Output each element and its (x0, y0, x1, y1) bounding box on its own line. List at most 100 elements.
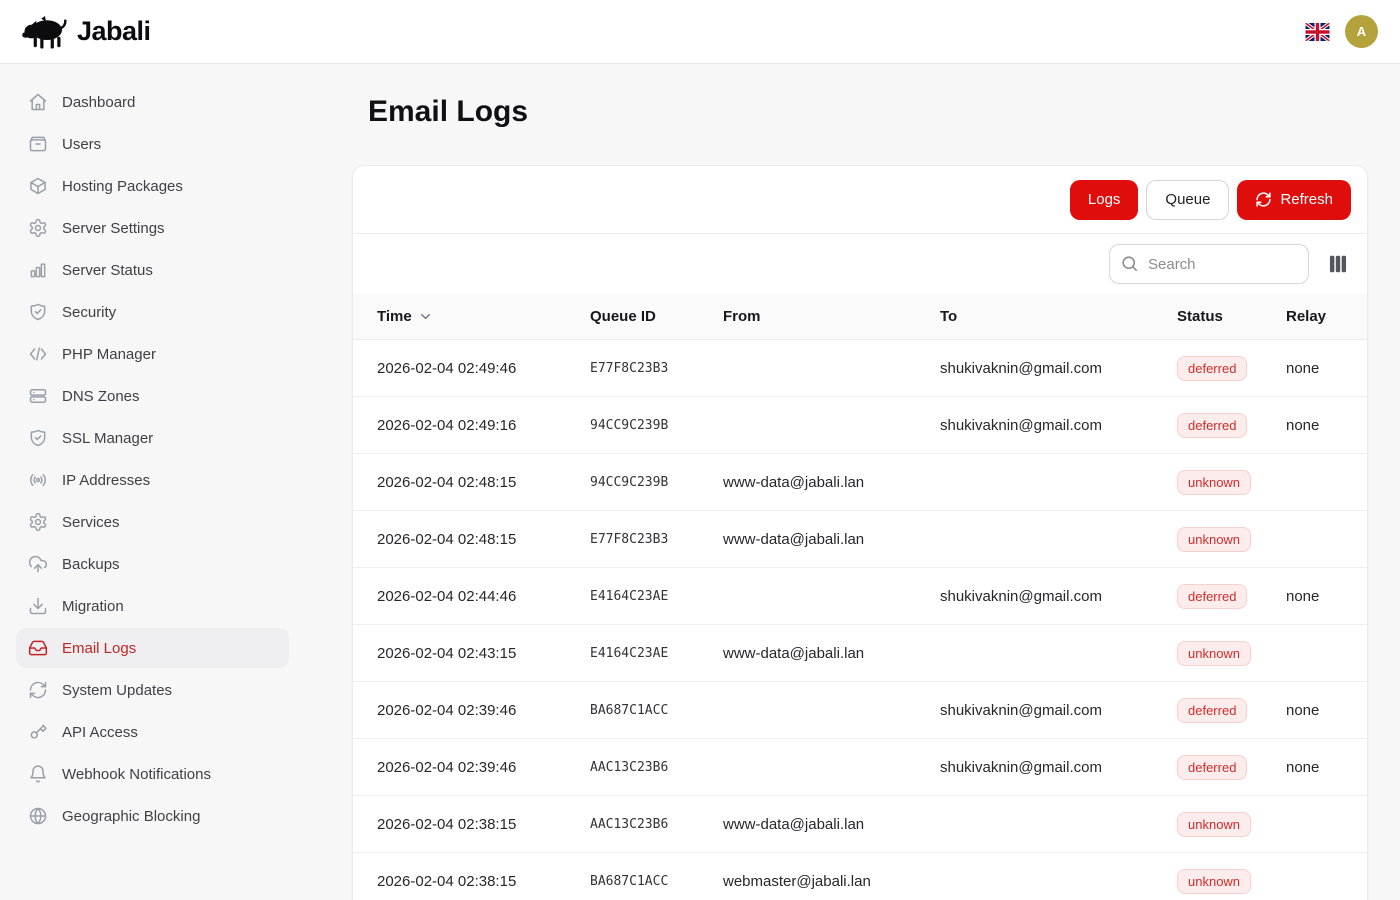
cell-to: shukivaknin@gmail.com (940, 588, 1177, 605)
col-time[interactable]: Time (377, 308, 590, 325)
cell-time: 2026-02-04 02:48:15 (377, 474, 590, 491)
sidebar-item-migration[interactable]: Migration (16, 586, 289, 626)
sidebar-item-label: DNS Zones (62, 388, 140, 405)
cell-from: www-data@jabali.lan (723, 645, 940, 662)
table-body: 2026-02-04 02:49:46E77F8C23B3shukivaknin… (353, 340, 1367, 900)
cell-status: deferred (1177, 413, 1286, 438)
table-header: Time Queue ID From To Status Relay (353, 294, 1367, 340)
table-row[interactable]: 2026-02-04 02:39:46AAC13C23B6shukivaknin… (353, 739, 1367, 796)
cell-queue-id: AAC13C23B6 (590, 817, 723, 832)
status-badge: unknown (1177, 470, 1251, 495)
sidebar-item-label: Services (62, 514, 120, 531)
sidebar-item-email-logs[interactable]: Email Logs (16, 628, 289, 668)
sidebar-item-server-status[interactable]: Server Status (16, 250, 289, 290)
page-title: Email Logs (368, 93, 1368, 131)
status-badge: deferred (1177, 356, 1247, 381)
sidebar-item-label: Users (62, 136, 101, 153)
chevron-down-icon (418, 309, 433, 324)
table-row[interactable]: 2026-02-04 02:48:15E77F8C23B3www-data@ja… (353, 511, 1367, 568)
cell-status: deferred (1177, 755, 1286, 780)
sidebar-item-label: SSL Manager (62, 430, 153, 447)
sidebar-item-services[interactable]: Services (16, 502, 289, 542)
inbox-icon (28, 638, 48, 658)
logs-tab-button[interactable]: Logs (1070, 180, 1139, 220)
sidebar-item-php-manager[interactable]: PHP Manager (16, 334, 289, 374)
cell-to: shukivaknin@gmail.com (940, 360, 1177, 377)
table-row[interactable]: 2026-02-04 02:49:1694CC9C239Bshukivaknin… (353, 397, 1367, 454)
cell-time: 2026-02-04 02:49:16 (377, 417, 590, 434)
sidebar-item-webhook-notifications[interactable]: Webhook Notifications (16, 754, 289, 794)
cell-to: shukivaknin@gmail.com (940, 702, 1177, 719)
table-row[interactable]: 2026-02-04 02:48:1594CC9C239Bwww-data@ja… (353, 454, 1367, 511)
status-badge: deferred (1177, 413, 1247, 438)
sidebar-item-label: Dashboard (62, 94, 135, 111)
cell-to: shukivaknin@gmail.com (940, 417, 1177, 434)
search-input[interactable] (1109, 244, 1309, 284)
top-bar: Jabali A (0, 0, 1400, 64)
queue-tab-button[interactable]: Queue (1146, 180, 1229, 220)
cell-from: www-data@jabali.lan (723, 816, 940, 833)
cell-queue-id: BA687C1ACC (590, 874, 723, 889)
cog-icon (28, 512, 48, 532)
sidebar-item-dns-zones[interactable]: DNS Zones (16, 376, 289, 416)
table-row[interactable]: 2026-02-04 02:38:15BA687C1ACCwebmaster@j… (353, 853, 1367, 900)
sidebar-item-ssl-manager[interactable]: SSL Manager (16, 418, 289, 458)
sidebar-item-server-settings[interactable]: Server Settings (16, 208, 289, 248)
status-badge: deferred (1177, 698, 1247, 723)
cell-status: deferred (1177, 584, 1286, 609)
filter-row (353, 234, 1367, 294)
sidebar-item-label: IP Addresses (62, 472, 150, 489)
sidebar-item-system-updates[interactable]: System Updates (16, 670, 289, 710)
cell-queue-id: E4164C23AE (590, 589, 723, 604)
brand-logo[interactable]: Jabali (22, 15, 151, 49)
user-avatar[interactable]: A (1345, 15, 1378, 48)
table-row[interactable]: 2026-02-04 02:44:46E4164C23AEshukivaknin… (353, 568, 1367, 625)
table-row[interactable]: 2026-02-04 02:38:15AAC13C23B6www-data@ja… (353, 796, 1367, 853)
cell-relay: none (1286, 702, 1367, 719)
column-visibility-button[interactable] (1325, 251, 1351, 277)
brand-name: Jabali (77, 16, 151, 47)
cell-time: 2026-02-04 02:39:46 (377, 702, 590, 719)
shield-check-icon (28, 302, 48, 322)
cell-status: unknown (1177, 641, 1286, 666)
sidebar-item-api-access[interactable]: API Access (16, 712, 289, 752)
table-row[interactable]: 2026-02-04 02:43:15E4164C23AEwww-data@ja… (353, 625, 1367, 682)
cell-queue-id: E77F8C23B3 (590, 361, 723, 376)
cell-queue-id: E4164C23AE (590, 646, 723, 661)
code-icon (28, 344, 48, 364)
refresh-button[interactable]: Refresh (1237, 180, 1351, 220)
sidebar-item-hosting-packages[interactable]: Hosting Packages (16, 166, 289, 206)
cell-from: www-data@jabali.lan (723, 531, 940, 548)
sidebar-item-geographic-blocking[interactable]: Geographic Blocking (16, 796, 289, 836)
cell-time: 2026-02-04 02:39:46 (377, 759, 590, 776)
status-badge: unknown (1177, 527, 1251, 552)
cell-time: 2026-02-04 02:49:46 (377, 360, 590, 377)
sidebar-item-ip-addresses[interactable]: IP Addresses (16, 460, 289, 500)
refresh-icon (28, 680, 48, 700)
sidebar-item-label: Server Status (62, 262, 153, 279)
cell-from: www-data@jabali.lan (723, 474, 940, 491)
cell-relay: none (1286, 417, 1367, 434)
table-row[interactable]: 2026-02-04 02:39:46BA687C1ACCshukivaknin… (353, 682, 1367, 739)
cell-status: unknown (1177, 470, 1286, 495)
sidebar-item-label: Backups (62, 556, 120, 573)
cell-queue-id: E77F8C23B3 (590, 532, 723, 547)
col-queue-id: Queue ID (590, 308, 723, 325)
uk-flag-icon[interactable] (1305, 23, 1330, 41)
bell-icon (28, 764, 48, 784)
refresh-button-label: Refresh (1280, 191, 1333, 208)
status-badge: deferred (1177, 755, 1247, 780)
cell-to: shukivaknin@gmail.com (940, 759, 1177, 776)
cell-status: deferred (1177, 356, 1286, 381)
main-content: Email Logs Logs Queue Refresh (305, 64, 1400, 900)
cell-status: unknown (1177, 812, 1286, 837)
sidebar-item-backups[interactable]: Backups (16, 544, 289, 584)
sidebar-item-security[interactable]: Security (16, 292, 289, 332)
key-icon (28, 722, 48, 742)
sidebar-item-dashboard[interactable]: Dashboard (16, 82, 289, 122)
bar-chart-icon (28, 260, 48, 280)
sidebar-item-users[interactable]: Users (16, 124, 289, 164)
card-toolbar: Logs Queue Refresh (353, 166, 1367, 234)
table-row[interactable]: 2026-02-04 02:49:46E77F8C23B3 shukivaknin… (353, 340, 1367, 397)
cell-relay: none (1286, 360, 1367, 377)
